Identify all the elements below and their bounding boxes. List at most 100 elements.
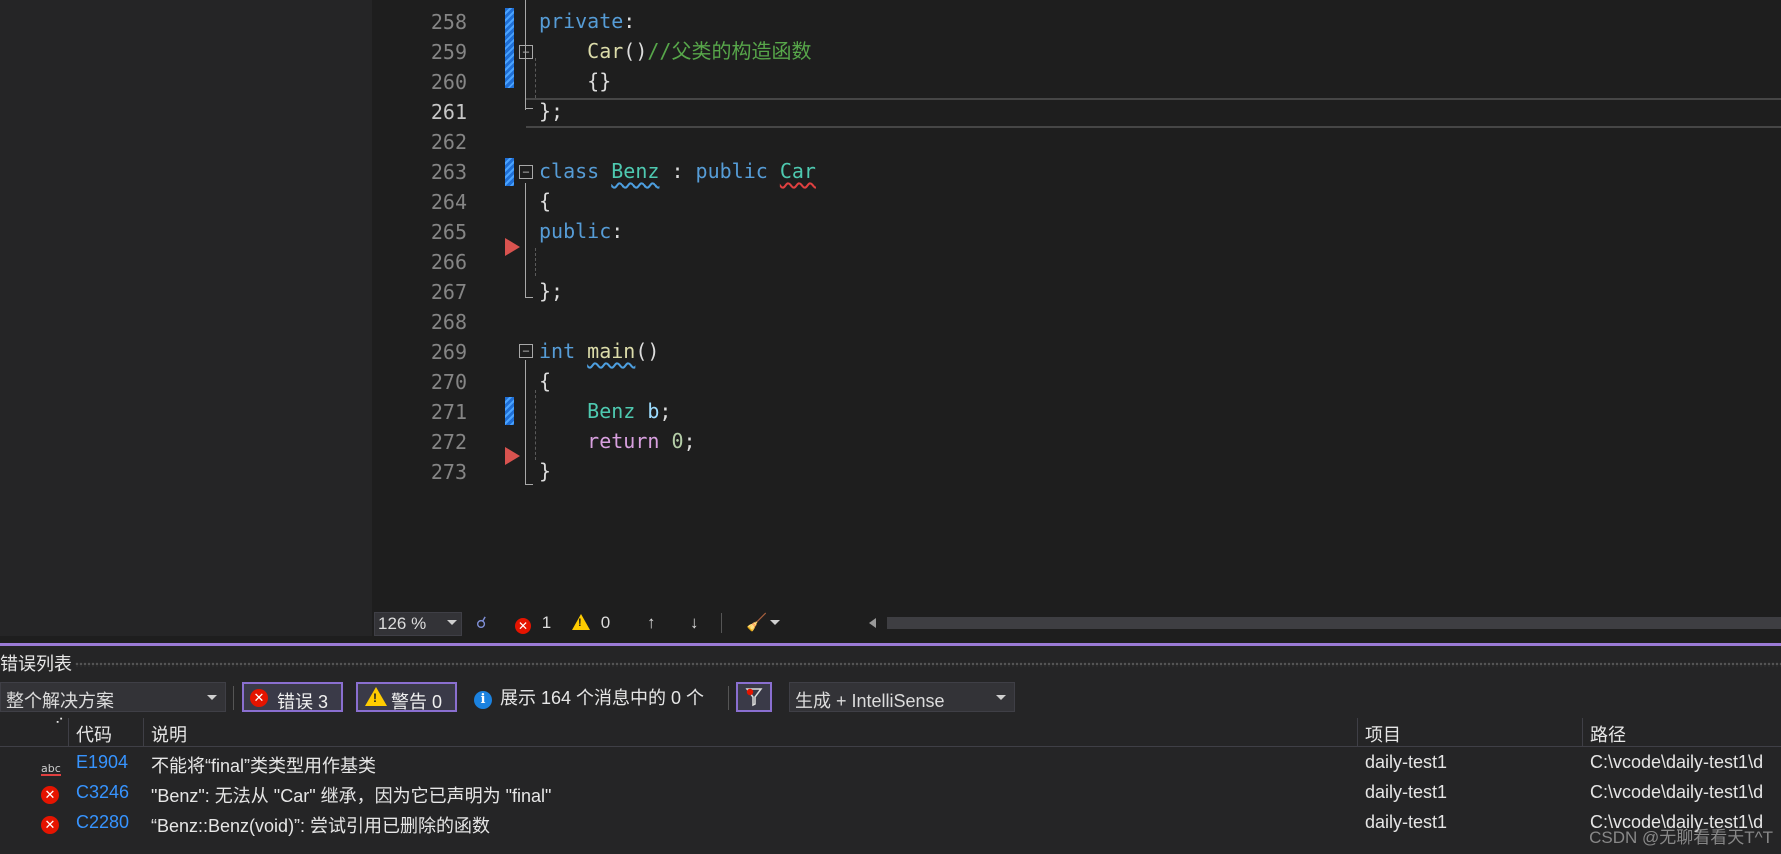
code-text[interactable]: public: [539,220,623,242]
line-number: 268 [430,310,467,334]
toolbar-divider [728,686,729,710]
warning-count-indicator[interactable]: ! 0 [572,613,610,633]
code-line[interactable]: 260 {} [372,66,1781,96]
fold-guide [525,183,526,298]
code-text[interactable]: } [539,460,551,482]
code-line[interactable]: 262 [372,126,1781,156]
panel-grip[interactable] [75,662,1781,667]
error-icon: ✕ [250,689,268,707]
column-header-project[interactable]: 项目 [1365,721,1401,747]
code-cleanup-icon[interactable]: 🧹 [746,613,767,633]
code-line[interactable]: 267}; [372,276,1781,306]
fold-toggle-icon[interactable]: − [519,45,533,59]
filter-icon [745,688,763,707]
code-line[interactable]: 259 Car()//父类的构造函数 [372,36,1781,66]
change-marker [505,8,514,88]
line-number: 266 [430,250,467,274]
scroll-left-icon[interactable] [869,618,876,628]
error-row[interactable]: ✕ C3246 "Benz": 无法从 "Car" 继承，因为它已声明为 "fina… [0,778,1781,808]
code-line[interactable]: 273} [372,456,1781,486]
code-text[interactable]: return 0; [539,430,695,452]
warnings-filter-label: 警告 0 [391,692,443,712]
next-statement-arrow-icon [505,447,520,465]
arrow-down-icon[interactable]: ↓ [690,613,699,633]
error-count: 1 [541,613,552,632]
line-number: 265 [430,220,467,244]
error-project: daily-test1 [1365,752,1448,772]
panel-title: 错误列表 [0,654,72,674]
error-list-panel: 错误列表 整个解决方案 ✕ 错误 3 ! 警告 0 i 展示 164 个消息中的 … [0,646,1781,854]
code-line[interactable]: 264 { [372,186,1781,216]
next-statement-arrow-icon [505,238,520,256]
status-divider [721,613,722,633]
fold-toggle-icon[interactable]: − [519,165,533,179]
fold-toggle-icon[interactable]: − [519,344,533,358]
zoom-dropdown[interactable]: 126 % [374,612,462,636]
build-filter-value: 生成 + IntelliSense [795,691,945,711]
column-divider[interactable] [143,718,144,746]
code-text[interactable]: Car()//父类的构造函数 [539,40,811,62]
change-marker [505,397,514,425]
line-number: 259 [430,40,467,64]
error-count-indicator[interactable]: ✕ 1 [515,613,551,634]
build-filter-dropdown[interactable]: 生成 + IntelliSense [789,682,1015,712]
column-divider[interactable] [68,718,69,746]
code-line[interactable]: 266 [372,246,1781,276]
error-row[interactable]: abc E1904 不能将“final”类类型用作基类 daily-test1 C:\v… [0,748,1781,778]
horizontal-scrollbar[interactable] [887,617,1781,629]
error-project: daily-test1 [1365,782,1448,802]
column-header-code[interactable]: 代码 [76,721,112,747]
errors-filter-button[interactable]: ✕ 错误 3 [242,682,343,712]
indent-guide [535,58,536,98]
column-divider[interactable] [1582,718,1583,746]
arrow-up-icon[interactable]: ↑ [647,613,656,633]
copilot-icon[interactable]: ☌ [476,613,487,633]
code-text[interactable]: Benz b; [539,400,671,422]
column-header-description[interactable]: 说明 [151,721,187,747]
messages-filter-button[interactable]: i 展示 164 个消息中的 0 个 [474,684,704,710]
code-text[interactable]: }; [539,100,563,122]
error-code[interactable]: E1904 [76,752,128,773]
column-divider[interactable] [1357,718,1358,746]
filter-button[interactable] [736,682,772,712]
chevron-down-icon[interactable] [770,620,780,625]
scope-value: 整个解决方案 [6,691,114,711]
code-line[interactable]: 269 int main() [372,336,1781,366]
error-description: 不能将“final”类类型用作基类 [151,756,377,776]
code-text[interactable]: private: [539,10,635,32]
error-project: daily-test1 [1365,812,1448,832]
code-line[interactable]: 265 public: [372,216,1781,246]
fold-guide [525,0,526,110]
code-editor[interactable]: 258 private: 259 Car()//父类的构造函数 260 {} 261};… [372,0,1781,610]
code-line[interactable]: 268 [372,306,1781,336]
line-number: 260 [430,70,467,94]
error-icon: ✕ [41,813,59,834]
sort-icon[interactable]: ⠊ [55,716,64,730]
code-text[interactable]: { [539,190,551,212]
error-row[interactable]: ✕ C2280 “Benz::Benz(void)”: 尝试引用已删除的函数 dail… [0,808,1781,838]
error-icon: ✕ [41,783,59,804]
toolbar-divider [233,686,234,710]
indent-guide [535,248,536,276]
code-line[interactable]: 261}; [372,96,1781,126]
code-text[interactable]: }; [539,280,563,302]
code-line[interactable]: 272 return 0; [372,426,1781,456]
column-header-path[interactable]: 路径 [1590,721,1626,747]
code-text[interactable]: {} [539,70,611,92]
error-code[interactable]: C2280 [76,812,129,833]
warnings-filter-button[interactable]: ! 警告 0 [356,682,457,712]
indent-guide [535,390,536,460]
error-code[interactable]: C3246 [76,782,129,803]
scope-dropdown[interactable]: 整个解决方案 [0,682,226,712]
code-text[interactable]: class Benz : public Car [539,160,816,182]
error-path: C:\vcode\daily-test1\d [1590,782,1764,802]
fold-guide-end [525,297,533,298]
code-text[interactable]: int main() [539,340,659,362]
code-line[interactable]: 263 class Benz : public Car [372,156,1781,186]
change-marker [505,158,514,186]
code-line[interactable]: 271 Benz b; [372,396,1781,426]
code-text[interactable]: { [539,370,551,392]
code-line[interactable]: 270 { [372,366,1781,396]
code-line[interactable]: 258 private: [372,6,1781,36]
messages-filter-label: 展示 164 个消息中的 0 个 [500,688,705,708]
